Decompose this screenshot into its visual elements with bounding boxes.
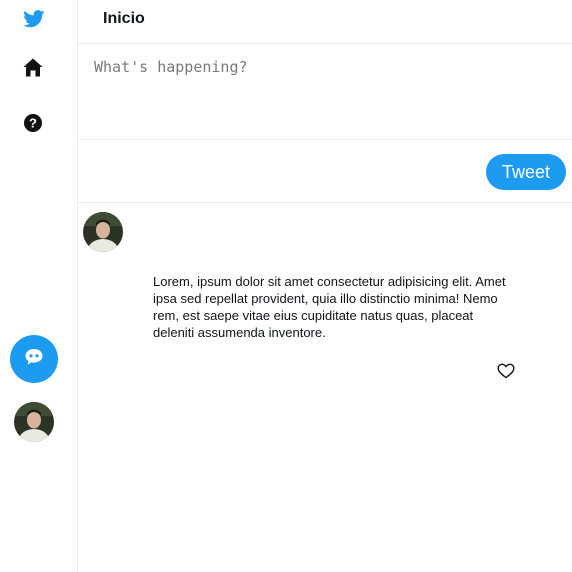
user-avatar[interactable] [14,402,54,442]
question-icon[interactable]: ? [22,112,44,134]
tweet-avatar[interactable] [83,212,123,252]
compose-input[interactable] [94,58,564,138]
twitter-logo-icon[interactable] [23,9,45,29]
app: ? Inicio What's happening? Tweet Lorem, … [0,0,572,572]
compose-button[interactable] [10,335,58,383]
composer-divider [78,139,572,140]
tweet-item: Lorem, ipsum dolor sit amet consectetur … [78,203,572,403]
page-title: Inicio [103,10,145,27]
main-column: Inicio Tweet Lorem, ipsum dolor sit amet… [78,0,572,572]
home-icon[interactable] [22,56,44,78]
tweet-text: Lorem, ipsum dolor sit amet consectetur … [153,274,506,340]
tweet-button[interactable]: Tweet [486,154,566,190]
heart-outline-icon[interactable] [497,363,517,381]
page-header: Inicio [78,0,572,44]
sidebar: ? [0,0,78,572]
tweet-composer: Tweet [78,44,572,203]
chat-bubble-icon [24,348,44,371]
svg-text:?: ? [29,116,37,131]
